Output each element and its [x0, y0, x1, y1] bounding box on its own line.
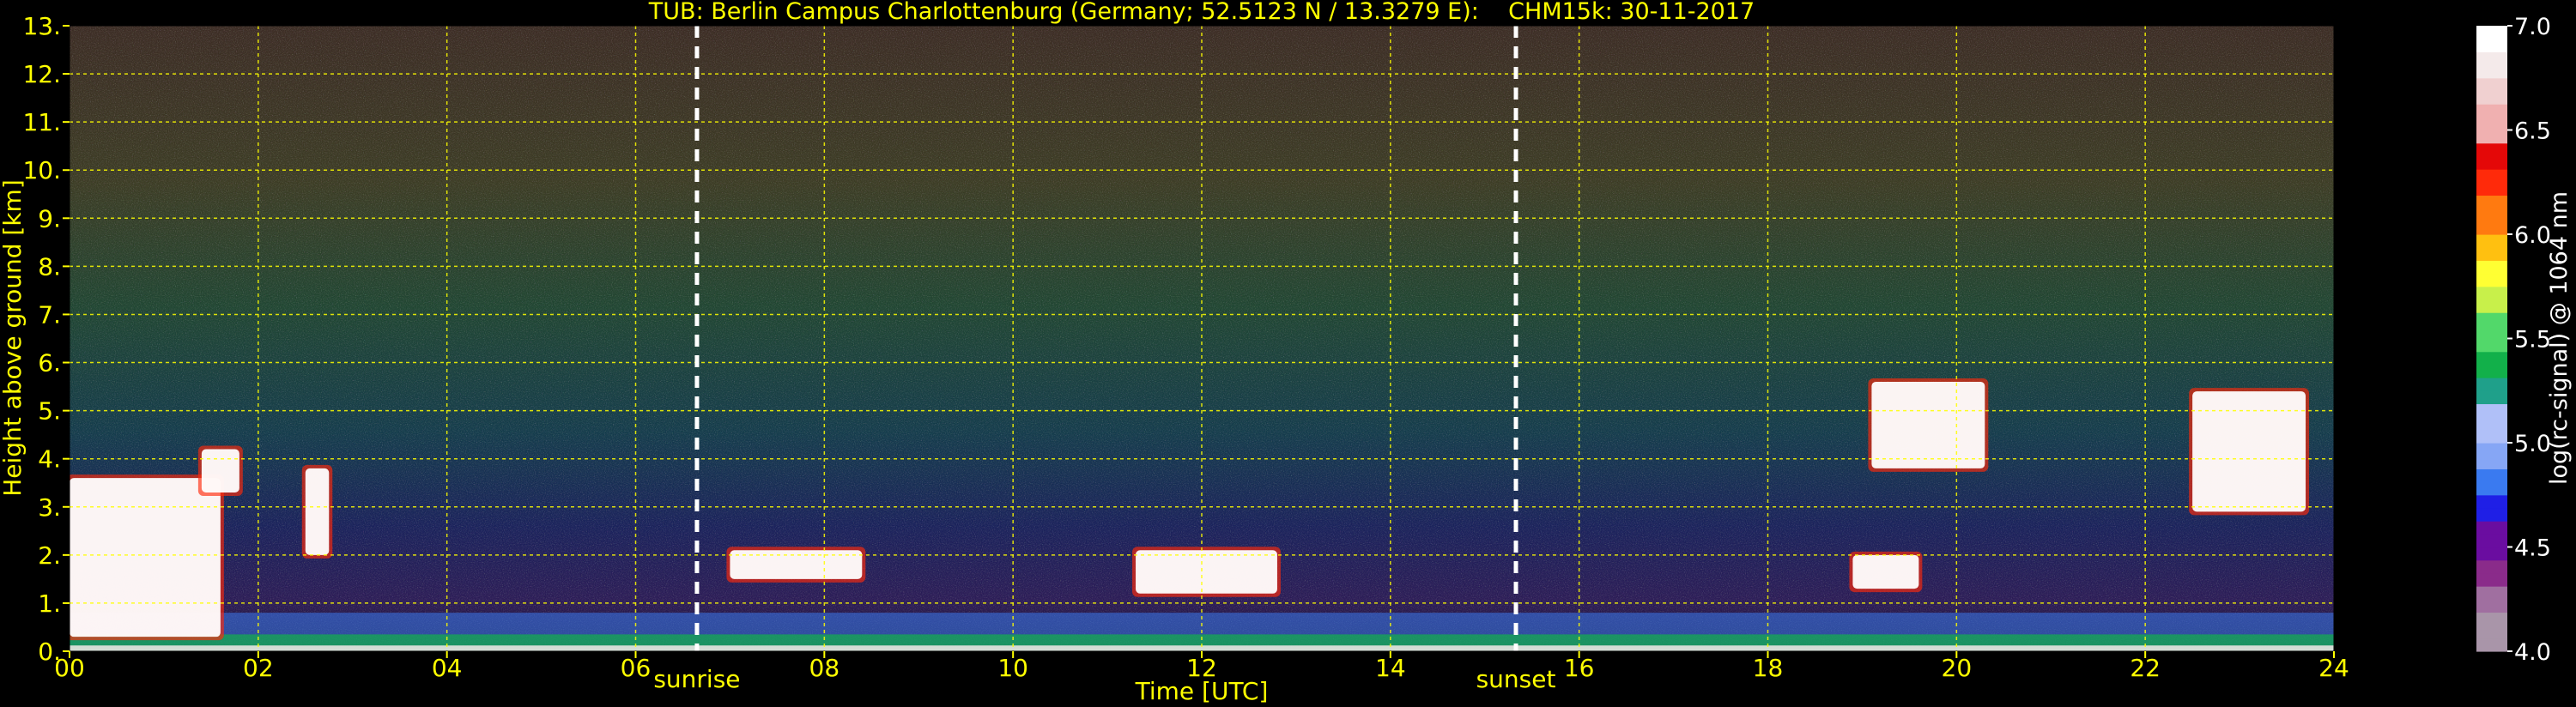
y-tick-label: 10.	[22, 156, 61, 184]
colorbar-segment	[2476, 390, 2507, 405]
y-tick-label: 12.	[22, 60, 61, 88]
colorbar-segment	[2476, 625, 2507, 639]
x-tick-label: 16	[1564, 654, 1595, 682]
colorbar-segment	[2476, 364, 2507, 378]
colorbar-segment	[2476, 468, 2507, 483]
colorbar-segment	[2476, 443, 2507, 456]
colorbar-tick-label: 4.0	[2514, 639, 2551, 666]
y-tick-label: 7.	[38, 300, 61, 329]
colorbar-tick-label: 4.5	[2514, 535, 2551, 562]
y-tick-label: 1.	[38, 589, 61, 618]
sunset-label: sunset	[1476, 665, 1556, 693]
colorbar-segment	[2476, 286, 2507, 300]
y-tick-label: 5.	[38, 397, 61, 426]
colorbar-segment	[2476, 481, 2507, 496]
colorbar-segment	[2476, 378, 2507, 391]
chart-title: TUB: Berlin Campus Charlottenburg (Germa…	[648, 0, 1755, 25]
y-axis: 0. 1. 2. 3. 4. 5. 6. 7. 8. 9. 10. 11. 12. 13.	[22, 12, 70, 666]
colorbar-segment	[2476, 260, 2507, 275]
sunrise-label: sunrise	[653, 665, 740, 693]
colorbar-segment	[2476, 638, 2507, 652]
x-tick-label: 04	[432, 654, 463, 682]
colorbar-segment	[2476, 351, 2507, 366]
y-tick-label: 13.	[22, 12, 61, 40]
colorbar-segment	[2476, 456, 2507, 469]
colorbar-segment	[2476, 155, 2507, 170]
colorbar-segment	[2476, 234, 2507, 248]
x-tick-label: 20	[1942, 654, 1973, 682]
colorbar-segment	[2476, 507, 2507, 522]
y-tick-label: 8.	[38, 252, 61, 281]
colorbar-segment	[2476, 299, 2507, 313]
colorbar-segment	[2476, 338, 2507, 353]
colorbar-segment	[2476, 403, 2507, 418]
y-tick-label: 9.	[38, 204, 61, 233]
colorbar-segment	[2476, 90, 2507, 105]
colorbar-segment	[2476, 195, 2507, 209]
y-tick-label: 0.	[38, 638, 61, 666]
y-tick-label: 3.	[38, 493, 61, 522]
colorbar-segment	[2476, 104, 2507, 118]
y-tick-label: 6.	[38, 349, 61, 378]
colorbar-segment	[2476, 221, 2507, 235]
colorbar-segment	[2476, 494, 2507, 509]
colorbar-segment	[2476, 64, 2507, 79]
colorbar-segment	[2476, 599, 2507, 613]
colorbar-segment	[2476, 169, 2507, 183]
colorbar-segment	[2476, 612, 2507, 626]
colorbar-segment	[2476, 586, 2507, 600]
colorbar-label: log(rc-signal) @ 1064 nm	[2546, 191, 2573, 485]
x-tick-label: 22	[2130, 654, 2161, 682]
x-tick-label: 18	[1753, 654, 1784, 682]
colorbar-segment	[2476, 429, 2507, 444]
colorbar-segment	[2476, 39, 2507, 52]
colorbar-segment	[2476, 26, 2507, 39]
colorbar-segment	[2476, 142, 2507, 157]
colorbar-segment	[2476, 77, 2507, 92]
colorbar-tick-label: 6.5	[2514, 118, 2551, 145]
cloud-feature	[1136, 550, 1277, 594]
colorbar-segment	[2476, 247, 2507, 261]
colorbar-segment	[2476, 559, 2507, 574]
colorbar: 4.04.55.05.56.06.57.0	[2476, 14, 2551, 666]
plot-area	[70, 26, 2334, 651]
colorbar-segment	[2476, 117, 2507, 131]
y-tick-label: 4.	[38, 445, 61, 474]
cloud-feature	[1852, 554, 1919, 589]
x-tick-label: 10	[997, 654, 1028, 682]
colorbar-segment	[2476, 534, 2507, 548]
colorbar-segment	[2476, 182, 2507, 196]
cloud-feature	[70, 478, 221, 638]
x-tick-label: 08	[809, 654, 840, 682]
y-tick-label: 11.	[22, 108, 61, 136]
colorbar-segment	[2476, 273, 2507, 287]
colorbar-segment	[2476, 416, 2507, 431]
colorbar-segment	[2476, 547, 2507, 561]
cloud-feature	[2192, 391, 2306, 512]
colorbar-segment	[2476, 130, 2507, 144]
colorbar-segment	[2476, 325, 2507, 340]
x-axis-label: Time [UTC]	[1135, 677, 1269, 705]
lidar-chart: sunrise sunset 00 02 04 06 08 10 12 14 16 18 20 22 24…	[0, 0, 2573, 705]
x-tick-label: 14	[1375, 654, 1406, 682]
colorbar-segment	[2476, 51, 2507, 66]
cloud-feature	[305, 468, 330, 555]
colorbar-segment	[2476, 312, 2507, 326]
cloud-feature	[201, 449, 239, 492]
colorbar-segment	[2476, 521, 2507, 535]
cloud-feature	[1871, 381, 1985, 468]
x-tick-label: 24	[2318, 654, 2349, 682]
colorbar-tick-label: 7.0	[2514, 14, 2551, 40]
y-axis-label: Height above ground [km]	[0, 179, 27, 497]
y-tick-label: 2.	[38, 541, 61, 570]
x-tick-label: 02	[243, 654, 274, 682]
x-tick-label: 06	[621, 654, 652, 682]
colorbar-segment	[2476, 208, 2507, 222]
colorbar-segment	[2476, 572, 2507, 587]
